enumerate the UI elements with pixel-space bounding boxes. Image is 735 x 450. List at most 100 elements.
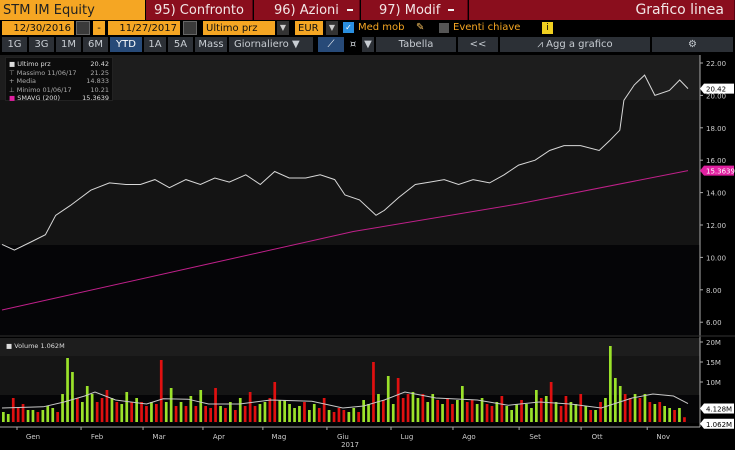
legend-high-value: 21.25 — [90, 68, 109, 77]
calendar-icon[interactable] — [76, 21, 90, 35]
add-to-chart-button[interactable]: ⩘ Agg a grafico — [500, 37, 650, 52]
legend-low-text: Minimo 01/06/17 — [16, 85, 72, 94]
frequency-label: Giornaliero — [234, 39, 289, 50]
volume-bar — [525, 404, 528, 422]
collapse-button[interactable]: << — [458, 37, 498, 52]
volume-bar — [46, 406, 50, 422]
x-tick-label: Feb — [91, 433, 104, 441]
volume-bar — [298, 406, 301, 422]
volume-bar — [579, 394, 583, 422]
volume-bar — [31, 410, 35, 422]
x-tick-label: Giu — [337, 433, 349, 441]
volume-bar — [618, 386, 622, 422]
period-1a[interactable]: 1A — [144, 37, 166, 52]
x-tick-label: Set — [529, 433, 541, 441]
volume-bar — [194, 406, 198, 422]
volume-bar — [312, 404, 316, 422]
volume-bar — [663, 406, 666, 422]
legend-avg-label: + Media — [9, 77, 37, 85]
volume-bar — [278, 400, 282, 422]
volume-bar — [683, 417, 686, 422]
volume-bar — [589, 410, 592, 422]
volume-bar — [150, 402, 153, 422]
volume-bar — [594, 410, 597, 422]
volume-bar — [164, 402, 168, 422]
period-1g[interactable]: 1G — [2, 37, 27, 52]
volume-bar — [327, 410, 331, 422]
settings-gear-icon[interactable]: ⚙ — [652, 37, 733, 52]
volume-bar — [382, 400, 385, 422]
info-icon[interactable]: i — [542, 22, 553, 34]
period-ytd[interactable]: YTD — [110, 37, 142, 52]
volume-bar — [337, 408, 341, 422]
volume-bar — [342, 410, 346, 422]
volume-bar — [609, 346, 612, 422]
volume-bar — [396, 378, 400, 422]
volume-bar — [224, 408, 227, 422]
x-tick-label: Gen — [26, 433, 40, 441]
volume-bar — [209, 408, 212, 422]
actions-button[interactable]: 96) Azioni — [254, 0, 360, 20]
x-tick-label: Mag — [271, 433, 286, 441]
volume-bar — [480, 398, 484, 422]
volume-bar — [214, 388, 217, 422]
line-chart-icon[interactable]: ⟋ — [318, 37, 344, 52]
chart-add-icon: ⩘ — [537, 39, 547, 50]
volume-bar — [495, 402, 499, 422]
volume-bar — [26, 410, 30, 422]
frequency-select[interactable]: Giornaliero ▼ — [229, 37, 313, 52]
volume-bar — [81, 402, 84, 422]
dropdown-icon — [448, 9, 455, 11]
compare-button[interactable]: 95) Confronto — [146, 0, 253, 20]
volume-bar — [243, 406, 247, 422]
volume-bar — [268, 398, 272, 422]
volume-bar — [16, 408, 20, 422]
volume-bar — [253, 406, 257, 422]
calendar-icon[interactable] — [183, 21, 197, 35]
key-events-checkbox[interactable] — [439, 23, 449, 33]
start-date-input[interactable]: 12/30/2016 — [2, 21, 74, 35]
key-events-label: Eventi chiave — [453, 22, 521, 33]
security-title[interactable]: STM IM Equity — [0, 0, 145, 20]
price-field-select[interactable]: Ultimo prz — [203, 21, 275, 35]
volume-bar — [678, 408, 681, 422]
actions-label: 96) Azioni — [274, 2, 339, 18]
volume-bar — [475, 404, 479, 422]
volume-bar — [155, 404, 158, 422]
volume-bar — [461, 386, 464, 422]
legend-high-label: ⊤ Massimo 11/06/17 — [9, 68, 77, 77]
volume-bar — [90, 394, 94, 422]
volume-bar — [145, 406, 148, 422]
volume-bar — [530, 408, 533, 422]
period-max[interactable]: Mass — [195, 37, 227, 52]
volume-bar — [303, 402, 306, 422]
end-date-input[interactable]: 11/27/2017 — [108, 21, 180, 35]
period-1m[interactable]: 1M — [56, 37, 81, 52]
volume-bar — [71, 372, 74, 422]
period-3g[interactable]: 3G — [29, 37, 54, 52]
volume-bar — [431, 394, 435, 422]
volume-bar — [535, 390, 538, 422]
volume-bar — [179, 402, 183, 422]
currency-select[interactable]: EUR — [295, 21, 323, 35]
volume-bar — [36, 412, 40, 422]
chevron-down-icon[interactable]: ▼ — [326, 21, 338, 35]
volume-bar — [100, 398, 104, 422]
y-tick-label: 6.00 — [706, 319, 722, 327]
candlestick-icon[interactable]: ¤ — [346, 37, 360, 52]
edit-button[interactable]: 97) Modif — [361, 0, 468, 20]
chevron-down-icon[interactable]: ▼ — [277, 21, 289, 35]
volume-bar — [51, 408, 55, 422]
volume-bar — [465, 402, 469, 422]
chart-background — [0, 55, 735, 428]
chevron-down-icon[interactable]: ▼ — [362, 37, 374, 52]
period-6m[interactable]: 6M — [83, 37, 108, 52]
volume-bar — [653, 404, 657, 422]
volume-avg-tag: 4.128M — [706, 405, 732, 413]
volume-bar — [426, 402, 430, 422]
chart-legend: ■ Ultimo prz 20.42 ⊤ Massimo 11/06/17 21.2… — [5, 57, 113, 102]
table-button[interactable]: Tabella — [376, 37, 456, 52]
moving-avg-checkbox[interactable]: ✓ — [343, 22, 354, 33]
pencil-icon[interactable]: ✎ — [416, 21, 424, 35]
period-5a[interactable]: 5A — [168, 37, 193, 52]
